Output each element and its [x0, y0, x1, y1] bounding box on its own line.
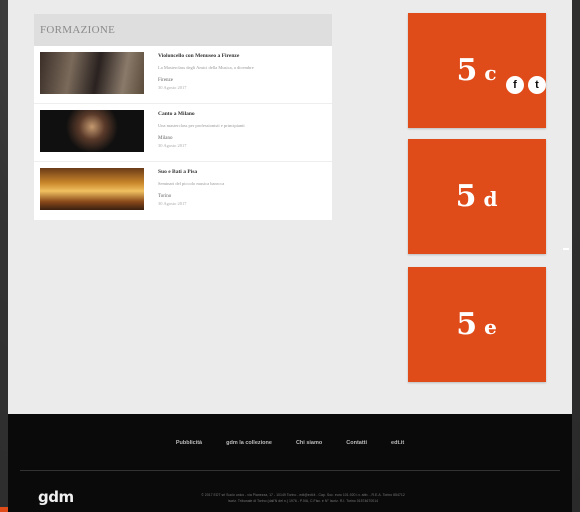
facebook-icon[interactable]: f [506, 76, 524, 94]
article-text: Canto a Milano Una masterclass per profe… [158, 110, 245, 155]
article-item[interactable]: Suo e Bati a Pisa Seminari del piccolo m… [34, 162, 332, 220]
article-date: 30 Agosto 2017 [158, 201, 187, 206]
article-title[interactable]: Violoncello con Menuseo a Firenze [158, 52, 254, 60]
article-subtitle: Una masterclass per professionisti e pri… [158, 123, 245, 128]
article-city: Firenze [158, 78, 173, 83]
footer-link-collezione[interactable]: gdm la collezione [226, 440, 272, 446]
article-city: Torino [158, 194, 172, 199]
article-item[interactable]: Violoncello con Menuseo a Firenze La Mas… [34, 46, 332, 104]
corner-accent [0, 507, 8, 512]
footer-link-chi-siamo[interactable]: Chi siamo [296, 440, 322, 446]
article-item[interactable]: Canto a Milano Una masterclass per profe… [34, 104, 332, 162]
footer-legal: © 2017 EDT srl Socio unico - via Pianezz… [138, 492, 468, 504]
footer-link-edt[interactable]: edt.it [391, 440, 404, 446]
article-city: Milano [158, 136, 173, 141]
article-subtitle: Seminari del piccolo musica barocca [158, 181, 225, 186]
footer-logo[interactable]: gdm [38, 488, 74, 506]
tile-5d[interactable]: 5d [408, 139, 546, 254]
formazione-title: FORMAZIONE [40, 24, 116, 36]
legal-line: Iscriz. Tribunale di Torino (dall'N del … [227, 499, 379, 503]
tile-label: 5c [456, 53, 498, 88]
footer-link-pubblicita[interactable]: Pubblicità [176, 440, 202, 446]
article-thumbnail[interactable] [40, 168, 144, 210]
article-text: Suo e Bati a Pisa Seminari del piccolo m… [158, 168, 224, 214]
social-links: f t [506, 76, 546, 94]
article-title[interactable]: Suo e Bati a Pisa [158, 168, 224, 176]
twitter-icon[interactable]: t [528, 76, 546, 94]
article-title[interactable]: Canto a Milano [158, 110, 245, 118]
article-date: 30 Agosto 2017 [158, 85, 187, 90]
formazione-header: FORMAZIONE [34, 14, 332, 46]
article-thumbnail[interactable] [40, 110, 144, 152]
tile-label: 5d [455, 179, 499, 214]
site-footer: Pubblicità gdm la collezione Chi siamo C… [8, 414, 572, 512]
article-thumbnail[interactable] [40, 52, 144, 94]
footer-nav: Pubblicità gdm la collezione Chi siamo C… [8, 440, 572, 446]
tile-label: 5e [456, 307, 498, 342]
formazione-panel: FORMAZIONE Violoncello con Menuseo a Fir… [34, 14, 332, 220]
footer-divider [20, 470, 560, 471]
footer-link-contatti[interactable]: Contatti [346, 440, 367, 446]
tile-5c[interactable]: 5c [408, 13, 546, 128]
article-text: Violoncello con Menuseo a Firenze La Mas… [158, 52, 254, 97]
article-date: 30 Agosto 2017 [158, 143, 187, 148]
tile-5e[interactable]: 5e [408, 267, 546, 382]
scroll-marker [563, 248, 569, 250]
article-subtitle: La Masterclass degli Amici della Musica,… [158, 65, 254, 70]
